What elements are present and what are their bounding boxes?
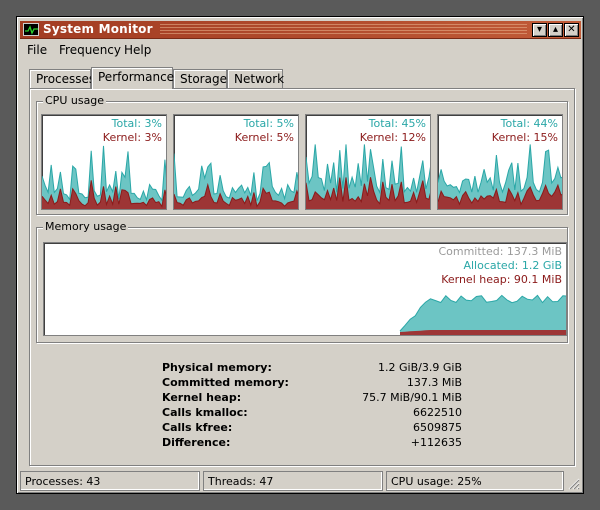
stat-committed-memory-key: Committed memory: (162, 376, 289, 389)
memory-usage-label: Memory usage (43, 220, 129, 233)
stat-calls-kfree-key: Calls kfree: (162, 421, 233, 434)
memory-kernel-area (400, 330, 566, 335)
tab-processes[interactable]: Processes (29, 69, 95, 89)
stat-calls-kmalloc-value: 6622510 (413, 406, 462, 419)
stat-row: Physical memory: 1.2 GiB/3.9 GiB (162, 361, 462, 376)
cpu-total-label: Total: 45% (368, 117, 426, 130)
tab-storage[interactable]: Storage (173, 69, 227, 89)
status-processes: Processes: 43 (20, 471, 200, 491)
cpu-total-label: Total: 5% (243, 117, 294, 130)
maximize-button[interactable]: ▴ (548, 23, 563, 37)
minimize-button[interactable]: ▾ (532, 23, 547, 37)
stat-row: Committed memory: 137.3 MiB (162, 376, 462, 391)
status-threads: Threads: 47 (203, 471, 383, 491)
cpu-graph-core-0: Total: 3% Kernel: 3% (41, 114, 167, 210)
cpu-usage-label: CPU usage (43, 94, 107, 107)
stat-kernel-heap-key: Kernel heap: (162, 391, 242, 404)
stat-kernel-heap-value: 75.7 MiB/90.1 MiB (362, 391, 462, 404)
status-cpu-usage: CPU usage: 25% (386, 471, 564, 491)
monitor-app-icon (23, 23, 39, 36)
title-bar[interactable]: System Monitor ▾ ▴ ✕ (20, 21, 581, 39)
cpu-total-label: Total: 44% (500, 117, 558, 130)
stat-row: Difference: +112635 (162, 436, 462, 451)
cpu-kernel-label: Kernel: 15% (491, 131, 558, 144)
tab-network[interactable]: Network (227, 69, 284, 89)
stat-row: Calls kfree: 6509875 (162, 421, 462, 436)
stat-difference-key: Difference: (162, 436, 231, 449)
memory-kernel-heap-label: Kernel heap: 90.1 MiB (441, 273, 562, 286)
stat-calls-kmalloc-key: Calls kmalloc: (162, 406, 248, 419)
cpu-graph-core-2: Total: 45% Kernel: 12% (305, 114, 431, 210)
cpu-kernel-label: Kernel: 12% (359, 131, 426, 144)
stat-physical-memory-value: 1.2 GiB/3.9 GiB (378, 361, 462, 374)
menu-frequency[interactable]: Frequency (59, 43, 121, 57)
cpu-kernel-label: Kernel: 3% (102, 131, 162, 144)
tab-performance[interactable]: Performance (91, 67, 174, 89)
cpu-graph-core-1: Total: 5% Kernel: 5% (173, 114, 299, 210)
cpu-kernel-label: Kernel: 5% (234, 131, 294, 144)
stat-row: Kernel heap: 75.7 MiB/90.1 MiB (162, 391, 462, 406)
menu-help[interactable]: Help (124, 43, 151, 57)
stat-calls-kfree-value: 6509875 (413, 421, 462, 434)
cpu-graph-core-3: Total: 44% Kernel: 15% (437, 114, 563, 210)
window-title: System Monitor (43, 22, 153, 36)
memory-allocated-label: Allocated: 1.2 GiB (463, 259, 562, 272)
stat-physical-memory-key: Physical memory: (162, 361, 272, 374)
memory-committed-label: Committed: 137.3 MiB (438, 245, 562, 258)
memory-stats: Physical memory: 1.2 GiB/3.9 GiB Committ… (162, 361, 462, 451)
cpu-usage-group: CPU usage Total: 3% Kernel: 3% Total: 5%… (36, 94, 568, 215)
stat-committed-memory-value: 137.3 MiB (406, 376, 462, 389)
cpu-total-label: Total: 3% (111, 117, 162, 130)
close-button[interactable]: ✕ (564, 23, 579, 37)
stat-difference-value: +112635 (410, 436, 462, 449)
system-monitor-window: System Monitor ▾ ▴ ✕ File Frequency Help… (16, 16, 584, 494)
status-bar: Processes: 43 Threads: 47 CPU usage: 25% (20, 471, 581, 491)
memory-usage-group: Memory usage Committed: 137.3 MiB Alloca… (36, 220, 568, 343)
menu-file[interactable]: File (27, 43, 47, 57)
resize-grip-icon[interactable] (566, 476, 580, 490)
stat-row: Calls kmalloc: 6622510 (162, 406, 462, 421)
memory-graph: Committed: 137.3 MiB Allocated: 1.2 GiB … (43, 242, 567, 336)
